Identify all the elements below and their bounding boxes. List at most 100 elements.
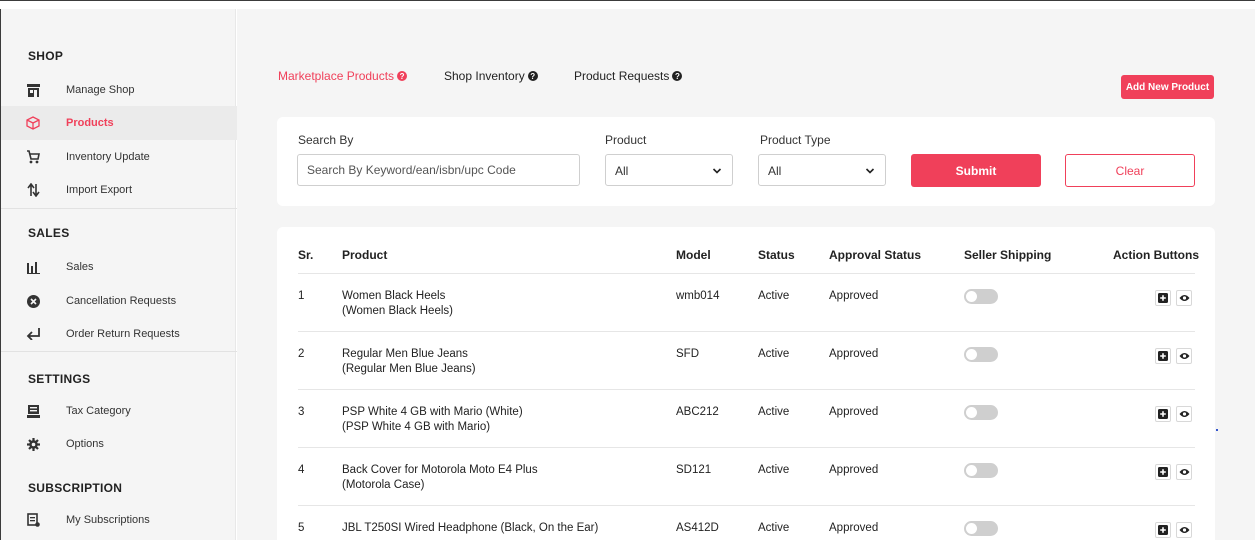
add-action-button[interactable] [1155, 464, 1171, 480]
eye-icon [1179, 469, 1189, 475]
sidebar-item-products[interactable]: Products [1, 106, 237, 140]
eye-icon [1179, 411, 1189, 417]
product-select[interactable]: All [605, 154, 733, 186]
sidebar-item-label: Import Export [66, 184, 133, 196]
products-table: Sr. Product Model Status Approval Status… [277, 227, 1215, 540]
product-type-select-value: All [768, 164, 782, 178]
cell-approval-status: Approved [829, 464, 879, 476]
eye-icon [1179, 295, 1189, 301]
sidebar-section-shop: SHOP [28, 49, 64, 63]
table-row: 2 Regular Men Blue Jeans (Regular Men Bl… [298, 331, 1195, 389]
cell-approval-status: Approved [829, 522, 879, 534]
sidebar-item-my-subscriptions[interactable]: My Subscriptions [1, 503, 237, 537]
cell-status: Active [758, 464, 790, 476]
view-action-button[interactable] [1176, 522, 1192, 538]
action-buttons [1155, 406, 1192, 422]
column-header-model: Model [676, 248, 711, 262]
product-type-label: Product Type [760, 133, 831, 147]
product-type-select[interactable]: All [758, 154, 886, 186]
bar-chart-icon [26, 260, 40, 274]
cell-status: Active [758, 290, 790, 302]
gear-icon [26, 437, 40, 451]
column-header-action-buttons: Action Buttons [1113, 248, 1199, 262]
toggle-knob [966, 291, 977, 302]
sidebar-section-subscription: SUBSCRIPTION [28, 481, 123, 495]
seller-shipping-toggle[interactable] [964, 405, 998, 420]
tax-icon [26, 404, 40, 418]
sidebar-item-cancellation-requests[interactable]: Cancellation Requests [1, 284, 237, 318]
add-new-product-button[interactable]: Add New Product [1121, 75, 1214, 99]
column-header-approval-status: Approval Status [829, 248, 922, 262]
sidebar-item-import-export[interactable]: Import Export [1, 173, 237, 207]
column-header-status: Status [758, 248, 795, 262]
plus-square-icon [1158, 525, 1168, 535]
toggle-knob [966, 407, 977, 418]
plus-square-icon [1158, 293, 1168, 303]
cell-model: ABC212 [676, 406, 719, 418]
cell-sr: 2 [298, 348, 305, 360]
cell-product-name: Regular Men Blue Jeans [342, 348, 468, 360]
sidebar: SHOP Manage Shop Products Inventory Upda… [0, 9, 237, 540]
eye-icon [1179, 353, 1189, 359]
toggle-knob [966, 465, 977, 476]
product-label: Product [605, 133, 647, 147]
cell-status: Active [758, 522, 790, 534]
cell-product-name: Back Cover for Motorola Moto E4 Plus [342, 464, 538, 476]
toggle-knob [966, 349, 977, 360]
search-input[interactable]: Search By Keyword/ean/isbn/upc Code [297, 154, 580, 186]
action-buttons [1155, 522, 1192, 538]
cell-approval-status: Approved [829, 406, 879, 418]
view-action-button[interactable] [1176, 290, 1192, 306]
table-row: 1 Women Black Heels (Women Black Heels) … [298, 273, 1195, 331]
column-header-sr: Sr. [298, 248, 314, 262]
cell-product-subtitle: (Women Black Heels) [342, 305, 453, 317]
table-row: 5 JBL T250SI Wired Headphone (Black, On … [298, 505, 1195, 540]
cell-product-name: JBL T250SI Wired Headphone (Black, On th… [342, 522, 599, 534]
sidebar-item-manage-shop[interactable]: Manage Shop [1, 73, 237, 107]
column-header-seller-shipping: Seller Shipping [964, 248, 1052, 262]
cell-sr: 3 [298, 406, 305, 418]
add-action-button[interactable] [1155, 348, 1171, 364]
add-action-button[interactable] [1155, 290, 1171, 306]
toggle-knob [966, 523, 977, 534]
tab-shop-inventory[interactable]: Shop Inventory ? [444, 69, 538, 83]
submit-button[interactable]: Submit [911, 154, 1041, 187]
question-icon: ? [672, 71, 683, 81]
view-action-button[interactable] [1176, 348, 1192, 364]
search-by-label: Search By [298, 133, 354, 147]
cell-product-subtitle: (Motorola Case) [342, 479, 425, 491]
cell-model: wmb014 [676, 290, 720, 302]
sidebar-item-order-return-requests[interactable]: Order Return Requests [1, 317, 237, 351]
seller-shipping-toggle[interactable] [964, 347, 998, 362]
cell-approval-status: Approved [829, 290, 879, 302]
tab-product-requests[interactable]: Product Requests ? [574, 69, 683, 83]
sidebar-item-inventory-update[interactable]: Inventory Update [1, 140, 237, 174]
clear-button[interactable]: Clear [1065, 154, 1195, 187]
sidebar-divider [1, 208, 237, 209]
action-buttons [1155, 348, 1192, 364]
cell-status: Active [758, 348, 790, 360]
column-header-product: Product [342, 248, 388, 262]
cell-sr: 4 [298, 464, 305, 476]
cell-sr: 1 [298, 290, 305, 302]
cancel-circle-icon [26, 294, 40, 308]
seller-shipping-toggle[interactable] [964, 289, 998, 304]
seller-shipping-toggle[interactable] [964, 463, 998, 478]
shop-icon [26, 83, 40, 97]
tab-label: Product Requests [574, 69, 670, 83]
seller-shipping-toggle[interactable] [964, 521, 998, 536]
cart-icon [26, 150, 40, 164]
sidebar-item-options[interactable]: Options [1, 427, 237, 461]
view-action-button[interactable] [1176, 406, 1192, 422]
add-action-button[interactable] [1155, 522, 1171, 538]
eye-icon [1179, 527, 1189, 533]
view-action-button[interactable] [1176, 464, 1192, 480]
stray-dot [1216, 429, 1218, 431]
sidebar-item-sales[interactable]: Sales [1, 250, 237, 284]
sidebar-item-label: My Subscriptions [66, 514, 150, 526]
tab-label: Marketplace Products [278, 69, 395, 83]
add-action-button[interactable] [1155, 406, 1171, 422]
table-row: 4 Back Cover for Motorola Moto E4 Plus (… [298, 447, 1195, 505]
tab-marketplace-products[interactable]: Marketplace Products ? [278, 69, 408, 83]
sidebar-item-tax-category[interactable]: Tax Category [1, 394, 237, 428]
